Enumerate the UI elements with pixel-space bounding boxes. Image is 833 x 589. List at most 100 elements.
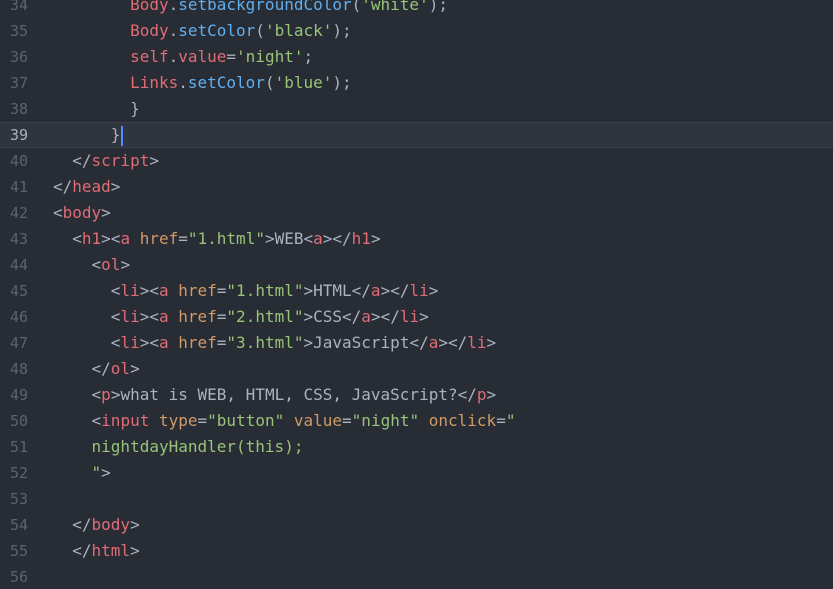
code-token: li: [120, 333, 140, 352]
code-token: a: [313, 229, 323, 248]
line-number: 56: [9, 568, 28, 586]
code-token: ;: [303, 47, 314, 66]
code-token: }: [110, 125, 121, 144]
code-token: Links: [130, 73, 179, 92]
code-text: </head>: [53, 174, 120, 200]
code-token: 'blue': [274, 73, 333, 92]
code-token: li: [120, 281, 140, 300]
code-line[interactable]: 43 <h1><a href="1.html">WEB<a></h1>: [0, 226, 833, 252]
code-line[interactable]: 54 </body>: [0, 512, 833, 538]
code-token: >JavaScript</: [303, 333, 429, 352]
code-token: >: [428, 281, 439, 300]
line-number: 36: [9, 48, 28, 66]
code-token: p: [476, 385, 487, 404]
code-token: </: [72, 151, 92, 170]
code-token: .: [178, 73, 188, 92]
code-text: nightdayHandler(this);: [53, 434, 304, 460]
code-line[interactable]: 49 <p>what is WEB, HTML, CSS, JavaScript…: [0, 382, 833, 408]
code-line[interactable]: 44 <ol>: [0, 252, 833, 278]
code-line[interactable]: 46 <li><a href="2.html">CSS</a></li>: [0, 304, 833, 330]
code-token: ></: [370, 307, 400, 326]
code-text: <p>what is WEB, HTML, CSS, JavaScript?</…: [53, 382, 497, 408]
code-token: .: [168, 21, 179, 40]
code-line[interactable]: 39 }: [0, 122, 833, 148]
code-token: </: [91, 359, 111, 378]
line-number: 40: [9, 152, 28, 170]
line-number: 51: [9, 438, 28, 456]
code-line[interactable]: 34 Body.setbackgroundColor('white');: [0, 0, 833, 18]
code-text: self.value='night';: [53, 44, 313, 70]
line-number: 52: [9, 464, 28, 482]
code-line[interactable]: 56: [0, 564, 833, 589]
code-line[interactable]: 50 <input type="button" value="night" on…: [0, 408, 833, 434]
code-text: Body.setColor('black');: [53, 18, 352, 44]
code-token: value: [178, 47, 227, 66]
line-number: 47: [9, 334, 28, 352]
code-line[interactable]: 35 Body.setColor('black');: [0, 18, 833, 44]
code-token: >: [149, 151, 159, 170]
code-token: );: [332, 21, 352, 40]
code-text: <body>: [53, 200, 111, 226]
line-number: 45: [9, 282, 28, 300]
code-token: =: [197, 411, 208, 430]
code-token: onclick: [428, 411, 497, 430]
code-lines[interactable]: 34 Body.setbackgroundColor('white'); 35 B…: [0, 0, 833, 589]
code-text: <ol>: [53, 252, 131, 278]
code-token: li: [399, 307, 420, 326]
code-line[interactable]: 51 nightdayHandler(this);: [0, 434, 833, 460]
code-line[interactable]: 42 <body>: [0, 200, 833, 226]
code-token: ><: [139, 307, 159, 326]
code-token: a: [120, 229, 131, 248]
code-token: self: [130, 47, 169, 66]
code-line[interactable]: 37 Links.setColor('blue');: [0, 70, 833, 96]
text-cursor: [121, 125, 124, 146]
code-token: ol: [101, 255, 121, 274]
line-number: 48: [9, 360, 28, 378]
code-token: =: [216, 281, 227, 300]
code-line[interactable]: 47 <li><a href="3.html">JavaScript</a></…: [0, 330, 833, 356]
code-line[interactable]: 38 }: [0, 96, 833, 122]
code-token: =: [342, 411, 352, 430]
code-token: Body: [130, 0, 169, 14]
code-text: </html>: [53, 538, 139, 564]
code-line[interactable]: 55 </html>: [0, 538, 833, 564]
code-token: ><: [139, 281, 159, 300]
code-token: ol: [110, 359, 131, 378]
code-token: href: [178, 333, 217, 352]
code-editor[interactable]: 34 Body.setbackgroundColor('white'); 35 B…: [0, 0, 833, 589]
code-text: <li><a href="1.html">HTML</a></li>: [53, 278, 439, 304]
code-token: >: [419, 307, 429, 326]
code-line[interactable]: 41 </head>: [0, 174, 833, 200]
line-number: 44: [9, 256, 28, 274]
code-token: <: [72, 229, 82, 248]
code-token: ></: [322, 229, 352, 248]
code-text: </body>: [53, 512, 139, 538]
code-line[interactable]: 52 ">: [0, 460, 833, 486]
code-line[interactable]: 45 <li><a href="1.html">HTML</a></li>: [0, 278, 833, 304]
code-line[interactable]: 48 </ol>: [0, 356, 833, 382]
code-token: setColor: [178, 21, 256, 40]
code-token: >WEB<: [264, 229, 314, 248]
code-line[interactable]: 40 </script>: [0, 148, 833, 174]
line-number: 34: [9, 0, 28, 14]
code-token: href: [139, 229, 179, 248]
code-token: >: [120, 255, 131, 274]
code-token: ></: [438, 333, 468, 352]
code-token: </: [72, 541, 92, 560]
code-token: setbackgroundColor: [178, 0, 352, 14]
code-token: ></: [380, 281, 410, 300]
code-token: >: [110, 177, 121, 196]
code-token: <: [91, 411, 102, 430]
code-token: li: [467, 333, 487, 352]
line-number: 39: [9, 126, 28, 144]
code-line[interactable]: 36 self.value='night';: [0, 44, 833, 70]
code-line[interactable]: 53: [0, 486, 833, 512]
code-token: >: [486, 333, 497, 352]
